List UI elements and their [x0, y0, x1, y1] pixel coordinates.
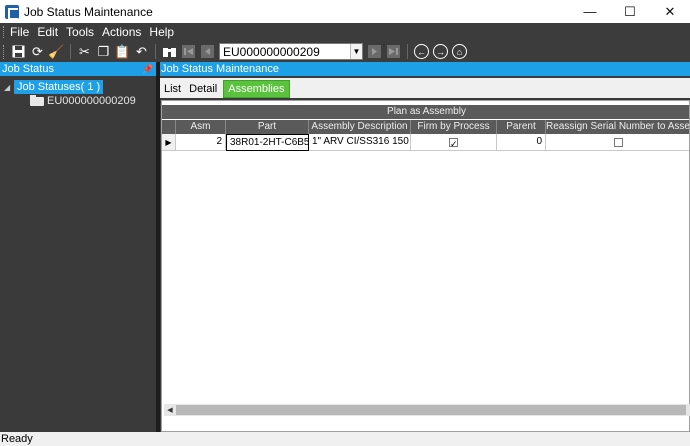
previous-record-icon[interactable] — [198, 42, 217, 61]
menu-file[interactable]: File — [6, 25, 33, 39]
tab-bar: List Detail Assemblies — [160, 78, 690, 98]
tree-pane-title: Job Status — [2, 63, 54, 75]
minimize-button[interactable]: — — [570, 0, 610, 23]
tree-pane-header: Job Status 📌 — [0, 62, 156, 76]
column-header-description[interactable]: Assembly Description — [309, 120, 411, 134]
tree-pane: Job Status 📌 ◢ Job Statuses( 1 ) EU00000… — [0, 62, 156, 432]
cell-parent[interactable]: 0 — [497, 134, 546, 151]
clear-icon[interactable]: 🧹 — [47, 42, 66, 61]
app-icon — [5, 4, 19, 20]
undo-icon[interactable]: ↶ — [132, 42, 151, 61]
horizontal-scrollbar[interactable]: ◀ — [164, 404, 690, 416]
tab-list[interactable]: List — [160, 80, 185, 98]
home-icon[interactable]: ⌂ — [452, 44, 467, 59]
status-bar: Ready — [0, 432, 690, 446]
column-header-firm-by-process[interactable]: Firm by Process — [411, 120, 497, 134]
cell-part[interactable]: 38R01-2HT-C6B5 — [226, 134, 309, 151]
table-row[interactable]: ▶ 2 38R01-2HT-C6B5 1" ARV CI/SS316 150 0 — [162, 134, 689, 151]
scroll-left-icon[interactable]: ◀ — [164, 404, 176, 416]
cell-asm[interactable]: 2 — [176, 134, 226, 151]
search-binoculars-icon[interactable] — [160, 42, 179, 61]
job-number-value[interactable]: EU000000000209 — [220, 45, 350, 59]
row-pointer-icon[interactable]: ▶ — [162, 134, 176, 151]
window-controls: — ☐ ✕ — [570, 0, 690, 23]
menu-bar: File Edit Tools Actions Help — [0, 23, 690, 41]
reassign-serial-checkbox[interactable] — [614, 137, 623, 147]
toolbar: ⟳ 🧹 ✂ ❐ 📋 ↶ EU000000000209 ▼ ← → ⌂ — [0, 41, 690, 62]
copy-icon[interactable]: ❐ — [94, 42, 113, 61]
toolbar-separator — [155, 44, 156, 59]
assemblies-grid: Plan as Assembly Asm Part Assembly Descr… — [161, 100, 690, 432]
main-pane-header: Job Status Maintenance — [160, 62, 690, 76]
toolbar-separator — [407, 44, 408, 59]
tree-root-label[interactable]: Job Statuses( 1 ) — [14, 80, 104, 94]
tab-assemblies[interactable]: Assemblies — [223, 80, 290, 98]
column-header-asm[interactable]: Asm — [176, 120, 226, 134]
tree-child-node[interactable]: EU000000000209 — [30, 94, 136, 107]
tree-root-node[interactable]: ◢ Job Statuses( 1 ) — [4, 80, 104, 94]
first-record-icon[interactable] — [179, 42, 198, 61]
maximize-button[interactable]: ☐ — [610, 0, 650, 23]
tree-expand-icon[interactable]: ◢ — [4, 83, 14, 92]
firm-by-process-checkbox[interactable] — [449, 136, 458, 150]
cut-icon[interactable]: ✂ — [75, 42, 94, 61]
last-record-icon[interactable] — [384, 42, 403, 61]
tree-child-label[interactable]: EU000000000209 — [47, 95, 136, 107]
refresh-icon[interactable]: ⟳ — [28, 42, 47, 61]
next-record-icon[interactable] — [365, 42, 384, 61]
menu-edit[interactable]: Edit — [33, 25, 62, 39]
grid-column-headers: Asm Part Assembly Description Firm by Pr… — [162, 120, 689, 134]
cell-description[interactable]: 1" ARV CI/SS316 150 — [309, 134, 411, 151]
pin-icon[interactable]: 📌 — [142, 64, 153, 74]
back-arrow-icon[interactable]: ← — [414, 44, 429, 59]
title-bar: Job Status Maintenance — ☐ ✕ — [0, 0, 690, 23]
cell-firm-by-process[interactable] — [411, 134, 497, 151]
window-title: Job Status Maintenance — [24, 4, 153, 19]
menu-tools[interactable]: Tools — [62, 25, 98, 39]
scrollbar-thumb[interactable] — [176, 405, 686, 415]
cell-reassign-serial[interactable] — [546, 134, 689, 151]
job-number-combo[interactable]: EU000000000209 ▼ — [219, 43, 363, 60]
column-header-part[interactable]: Part — [226, 120, 309, 134]
row-indicator-header — [162, 120, 176, 134]
tab-detail[interactable]: Detail — [185, 80, 221, 98]
close-button[interactable]: ✕ — [650, 0, 690, 23]
forward-arrow-icon[interactable]: → — [433, 44, 448, 59]
menu-help[interactable]: Help — [145, 25, 178, 39]
grid-group-header: Plan as Assembly — [162, 105, 689, 119]
folder-icon — [30, 94, 44, 106]
menu-actions[interactable]: Actions — [98, 25, 145, 39]
main-pane-title: Job Status Maintenance — [161, 63, 280, 75]
save-icon[interactable] — [9, 42, 28, 61]
toolbar-separator — [70, 44, 71, 59]
main-pane: Job Status Maintenance List Detail Assem… — [160, 62, 690, 432]
column-header-parent[interactable]: Parent — [497, 120, 546, 134]
chevron-down-icon[interactable]: ▼ — [350, 44, 362, 59]
column-header-reassign-serial[interactable]: Reassign Serial Number to Assen — [546, 120, 689, 134]
toolbar-grip[interactable] — [3, 44, 6, 59]
paste-icon[interactable]: 📋 — [113, 42, 132, 61]
